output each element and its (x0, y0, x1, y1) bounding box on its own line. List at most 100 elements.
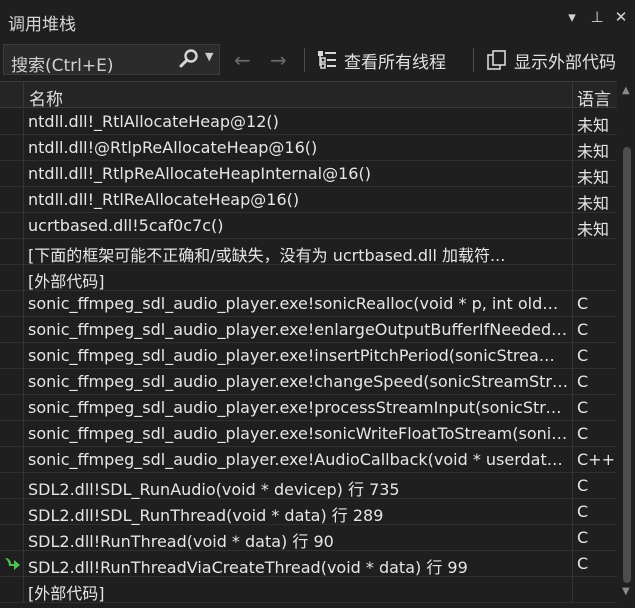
toolbar: 搜索(Ctrl+E) ▼ ← → 查看所有线程 显示外部代码 (0, 40, 635, 80)
row-gutter (0, 369, 24, 395)
forward-arrow-icon[interactable]: → (270, 48, 287, 72)
frame-language (572, 239, 617, 265)
pin-icon[interactable]: ⊥ (587, 8, 607, 26)
grid-header: 名称 语言 (0, 81, 617, 110)
stack-frame-row[interactable]: [外部代码] (0, 265, 617, 291)
frame-name: sonic_ffmpeg_sdl_audio_player.exe!enlarg… (28, 320, 568, 339)
stack-frame-row[interactable]: sonic_ffmpeg_sdl_audio_player.exe!change… (0, 369, 617, 395)
stack-frame-row[interactable]: SDL2.dll!RunThreadViaCreateThread(void *… (0, 551, 617, 577)
stack-frame-row[interactable]: ntdll.dll!_RtlAllocateHeap@12() 未知 (0, 109, 617, 135)
current-frame-arrow-icon (5, 558, 20, 570)
frame-language: 未知 (572, 187, 617, 213)
stack-frame-row[interactable]: [外部代码] (0, 577, 617, 603)
view-all-threads-label: 查看所有线程 (344, 52, 446, 73)
stack-frame-row[interactable]: [下面的框架可能不正确和/或缺失，没有为 ucrtbased.dll 加载符..… (0, 239, 617, 265)
frame-language: C (572, 291, 617, 317)
show-external-code-button[interactable]: 显示外部代码 (486, 46, 616, 74)
frame-language: C (572, 421, 617, 447)
row-gutter (0, 161, 24, 187)
frame-name: [外部代码] (28, 272, 105, 291)
frame-language: 未知 (572, 213, 617, 239)
row-gutter (0, 421, 24, 447)
stack-frame-row[interactable]: ntdll.dll!@RtlpReAllocateHeap@16() 未知 (0, 135, 617, 161)
row-gutter (0, 525, 24, 551)
header-gutter (0, 82, 24, 108)
stack-frame-row[interactable]: ucrtbased.dll!5caf0c7c() 未知 (0, 213, 617, 239)
frame-name: sonic_ffmpeg_sdl_audio_player.exe!change… (28, 372, 568, 391)
stack-frame-row[interactable]: SDL2.dll!SDL_RunAudio(void * devicep) 行 … (0, 473, 617, 499)
frame-language: C (572, 473, 617, 499)
stack-frame-row[interactable]: sonic_ffmpeg_sdl_audio_player.exe!AudioC… (0, 447, 617, 473)
frame-name: [下面的框架可能不正确和/或缺失，没有为 ucrtbased.dll 加载符..… (28, 246, 506, 265)
frame-name: SDL2.dll!RunThreadViaCreateThread(void *… (28, 558, 468, 577)
stack-frame-row[interactable]: ntdll.dll!_RtlReAllocateHeap@16() 未知 (0, 187, 617, 213)
frame-language (572, 577, 617, 603)
stack-frame-row[interactable]: sonic_ffmpeg_sdl_audio_player.exe!proces… (0, 395, 617, 421)
stack-frame-row[interactable]: sonic_ffmpeg_sdl_audio_player.exe!insert… (0, 343, 617, 369)
stack-frame-row[interactable]: sonic_ffmpeg_sdl_audio_player.exe!sonicR… (0, 291, 617, 317)
row-gutter (0, 187, 24, 213)
frame-language: C (572, 343, 617, 369)
frame-list: ntdll.dll!_RtlAllocateHeap@12() 未知 ntdll.d… (0, 109, 617, 603)
frame-language: C (572, 525, 617, 551)
row-gutter (0, 447, 24, 473)
frame-language: 未知 (572, 109, 617, 135)
toolbar-separator (473, 48, 474, 72)
threads-icon (318, 51, 336, 69)
frame-language: 未知 (572, 135, 617, 161)
close-icon[interactable]: ✕ (611, 8, 631, 26)
search-options-dropdown-icon[interactable]: ▼ (205, 50, 213, 63)
row-gutter (0, 239, 24, 265)
column-header-language[interactable]: 语言 (572, 82, 617, 110)
frame-language: C++ (572, 447, 617, 473)
scroll-down-icon[interactable]: ▼ (622, 586, 630, 597)
stack-frame-row[interactable]: ntdll.dll!_RtlpReAllocateHeapInternal@16… (0, 161, 617, 187)
scrollbar-thumb[interactable] (623, 147, 631, 583)
row-gutter (0, 499, 24, 525)
vertical-scrollbar[interactable]: ▲ ▼ (618, 81, 635, 608)
frame-name: SDL2.dll!SDL_RunThread(void * data) 行 28… (28, 506, 384, 525)
frame-name: sonic_ffmpeg_sdl_audio_player.exe!proces… (28, 398, 568, 417)
row-gutter (0, 213, 24, 239)
frame-language: C (572, 499, 617, 525)
row-gutter (0, 265, 24, 291)
frame-language: C (572, 369, 617, 395)
frame-language: 未知 (572, 161, 617, 187)
row-gutter (0, 395, 24, 421)
row-gutter (0, 343, 24, 369)
frame-name: ntdll.dll!@RtlpReAllocateHeap@16() (28, 138, 318, 157)
stack-frame-row[interactable]: SDL2.dll!RunThread(void * data) 行 90 C (0, 525, 617, 551)
frame-name: ntdll.dll!_RtlpReAllocateHeapInternal@16… (28, 164, 371, 183)
toolbar-separator (304, 48, 305, 72)
scroll-up-icon[interactable]: ▲ (622, 85, 630, 96)
frame-name: sonic_ffmpeg_sdl_audio_player.exe!insert… (28, 346, 568, 365)
frame-name: ntdll.dll!_RtlAllocateHeap@12() (28, 112, 279, 131)
frame-name: sonic_ffmpeg_sdl_audio_player.exe!AudioC… (28, 450, 568, 469)
view-all-threads-button[interactable]: 查看所有线程 (316, 46, 446, 74)
frame-name: ucrtbased.dll!5caf0c7c() (28, 216, 224, 235)
external-code-icon (487, 50, 506, 70)
search-box[interactable]: 搜索(Ctrl+E) ▼ (3, 44, 220, 76)
panel-title: 调用堆栈 (8, 15, 76, 35)
row-gutter (0, 577, 24, 603)
row-gutter (0, 291, 24, 317)
frame-name: sonic_ffmpeg_sdl_audio_player.exe!sonicR… (28, 294, 568, 313)
frame-name: [外部代码] (28, 584, 105, 603)
search-input[interactable]: 搜索(Ctrl+E) (11, 51, 114, 76)
stack-frame-row[interactable]: sonic_ffmpeg_sdl_audio_player.exe!enlarg… (0, 317, 617, 343)
search-icon[interactable] (178, 48, 200, 70)
window-position-dropdown-icon[interactable]: ▾ (562, 8, 582, 26)
frame-language: C (572, 551, 617, 577)
show-external-code-label: 显示外部代码 (514, 52, 616, 73)
frame-language (572, 265, 617, 291)
frame-language: C (572, 317, 617, 343)
row-gutter (0, 551, 24, 577)
frame-name: ntdll.dll!_RtlReAllocateHeap@16() (28, 190, 300, 209)
stack-frame-row[interactable]: SDL2.dll!SDL_RunThread(void * data) 行 28… (0, 499, 617, 525)
row-gutter (0, 473, 24, 499)
stack-frame-row[interactable]: sonic_ffmpeg_sdl_audio_player.exe!sonicW… (0, 421, 617, 447)
column-header-name[interactable]: 名称 (29, 85, 63, 110)
frame-name: SDL2.dll!SDL_RunAudio(void * devicep) 行 … (28, 480, 400, 499)
back-arrow-icon[interactable]: ← (234, 48, 251, 72)
call-stack-grid: 名称 语言 ntdll.dll!_RtlAllocateHeap@12() 未知 n… (0, 81, 635, 608)
